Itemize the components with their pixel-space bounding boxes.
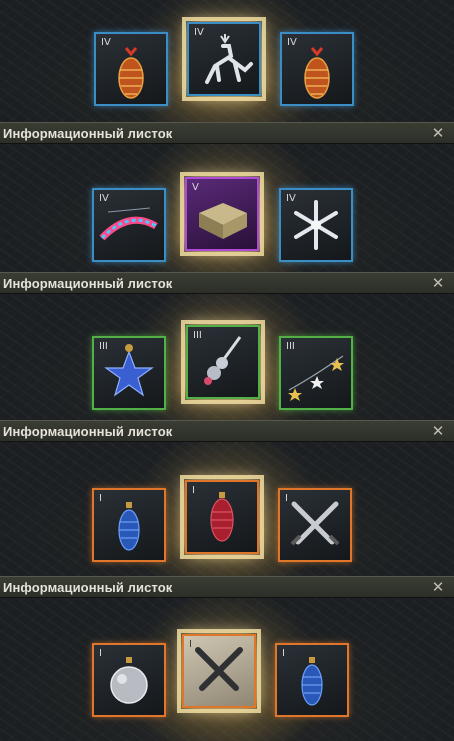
info-bar: Информационный листок ✕ xyxy=(0,576,454,598)
close-icon[interactable]: ✕ xyxy=(430,579,446,595)
reward-card-selected[interactable]: I xyxy=(180,475,264,559)
reward-card[interactable]: IV xyxy=(279,188,353,262)
bar-title: Информационный листок xyxy=(3,276,173,291)
crossed-swords-icon xyxy=(195,647,243,691)
reward-panel-3: III III III xyxy=(0,294,454,420)
blue-star-ornament-icon xyxy=(104,344,154,397)
bar-title: Информационный листок xyxy=(3,126,173,141)
reward-card[interactable]: IV xyxy=(92,188,166,262)
red-pinecone-ornament-icon xyxy=(210,492,234,542)
reward-panel-4: I I I xyxy=(0,442,454,576)
reward-card[interactable]: I xyxy=(92,488,166,562)
reward-card-selected[interactable]: V xyxy=(180,172,264,256)
gift-box-icon xyxy=(199,203,247,239)
reward-card[interactable]: IV xyxy=(280,32,354,106)
reindeer-ornament-icon xyxy=(205,34,253,84)
reward-card-selected[interactable]: III xyxy=(181,320,265,404)
reward-panel-1: IV IV IV xyxy=(0,0,454,122)
reward-card[interactable]: I xyxy=(278,488,352,562)
info-bar: Информационный листок ✕ xyxy=(0,122,454,144)
blue-pinecone-ornament-icon xyxy=(118,502,140,551)
bar-title: Информационный листок xyxy=(3,424,173,439)
snowflake-icon xyxy=(294,200,338,250)
blue-pinecone-ornament-icon xyxy=(301,657,323,706)
pinecone-ornament-icon xyxy=(304,47,330,99)
reward-card-selected[interactable]: I xyxy=(177,629,261,713)
happy-new-year-garland-icon xyxy=(99,207,158,241)
reward-card[interactable]: IV xyxy=(94,32,168,106)
close-icon[interactable]: ✕ xyxy=(430,125,446,141)
silver-ball-ornament-icon xyxy=(110,657,148,704)
star-garland-icon xyxy=(288,355,344,401)
close-icon[interactable]: ✕ xyxy=(430,275,446,291)
reward-panel-2: IV V IV xyxy=(0,144,454,272)
reward-card[interactable]: III xyxy=(92,336,166,410)
info-bar: Информационный листок ✕ xyxy=(0,272,454,294)
reward-card[interactable]: III xyxy=(279,336,353,410)
info-bar: Информационный листок ✕ xyxy=(0,420,454,442)
close-icon[interactable]: ✕ xyxy=(430,423,446,439)
reward-card-selected[interactable]: IV xyxy=(182,17,266,101)
reward-card[interactable]: I xyxy=(92,643,166,717)
reward-panel-5: I I I xyxy=(0,598,454,741)
pinecone-ornament-icon xyxy=(118,47,144,99)
crossed-swords-icon xyxy=(290,501,340,546)
tree-topper-icon xyxy=(204,336,242,385)
reward-card[interactable]: I xyxy=(275,643,349,717)
bar-title: Информационный листок xyxy=(3,580,173,595)
